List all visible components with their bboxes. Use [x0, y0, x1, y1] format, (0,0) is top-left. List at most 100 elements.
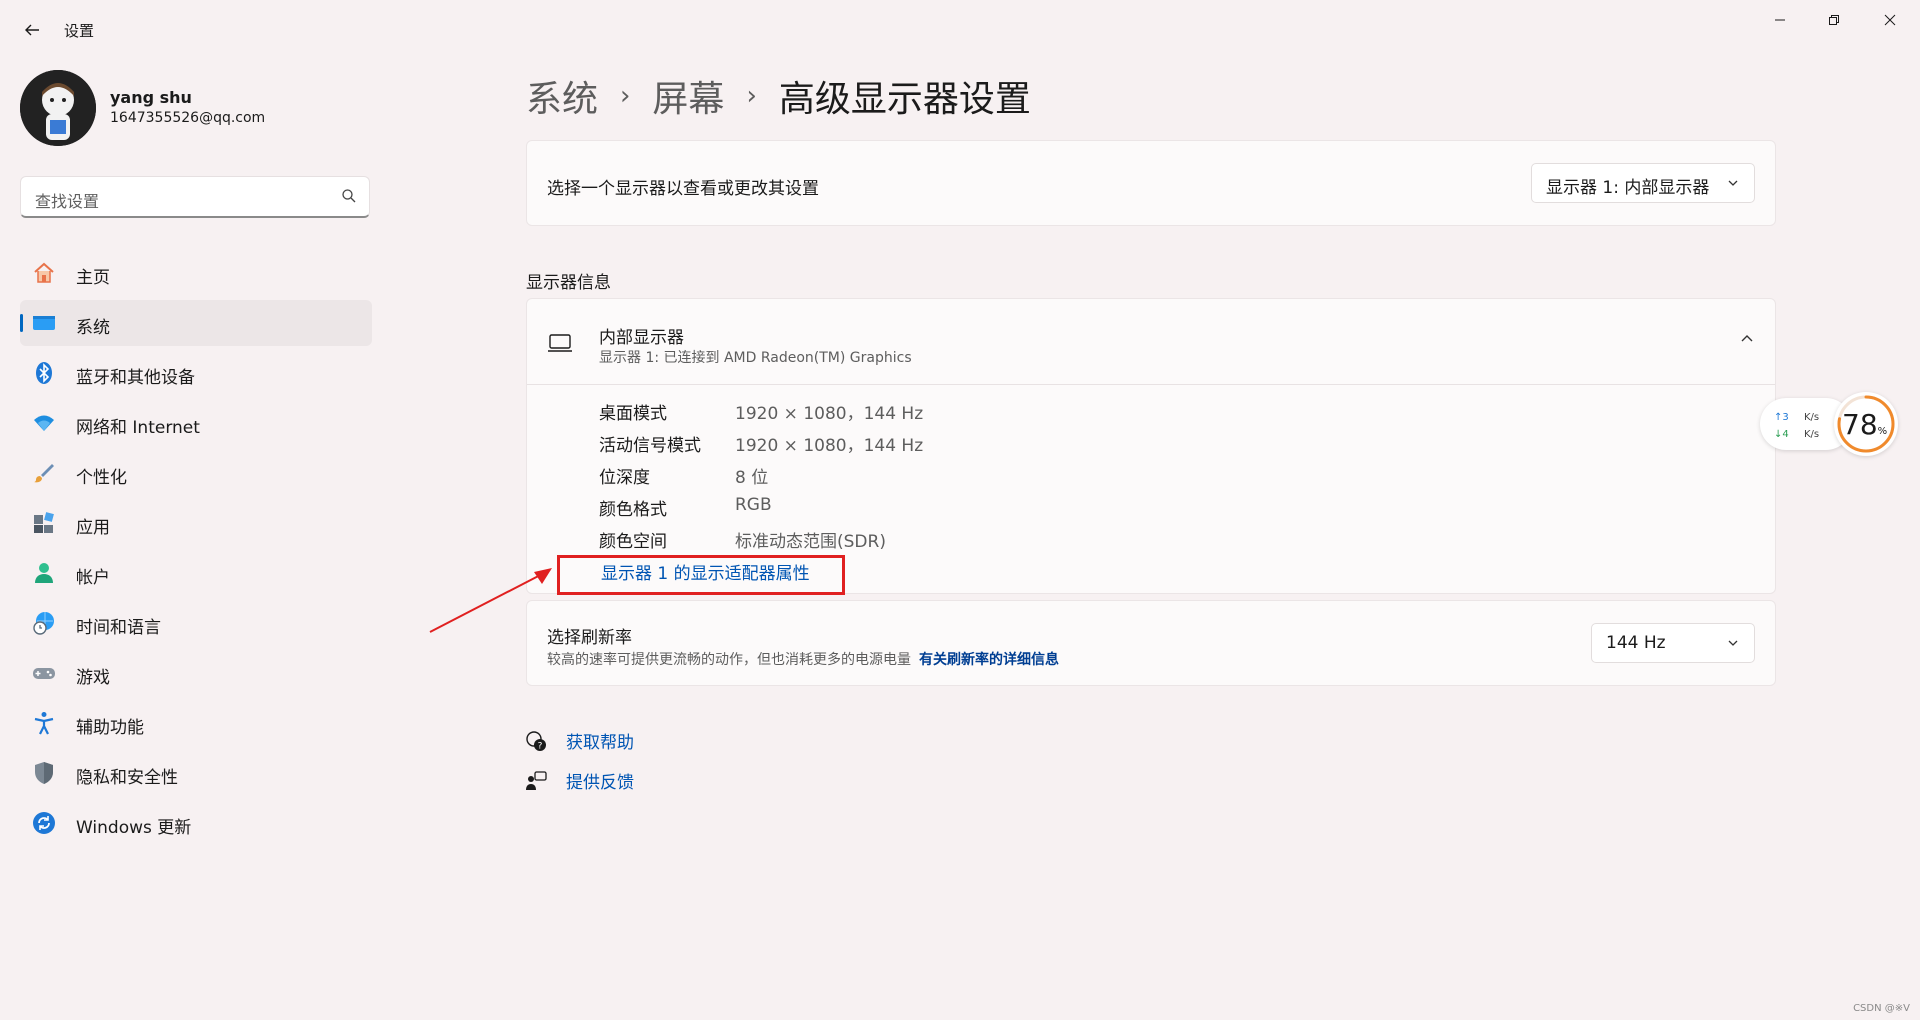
breadcrumb: 系统 › 屏幕 › 高级显示器设置: [526, 70, 1031, 122]
display-dropdown-value: 显示器 1: 内部显示器: [1546, 178, 1710, 198]
refresh-rate-dropdown[interactable]: 144 Hz: [1591, 623, 1755, 663]
close-button[interactable]: [1862, 0, 1918, 40]
display-info-card: 内部显示器 显示器 1: 已连接到 AMD Radeon(TM) Graphic…: [526, 298, 1776, 594]
highlight-annotation-box: [557, 555, 845, 595]
laptop-icon: [548, 334, 572, 352]
sidebar-item-label: 游戏: [76, 668, 110, 688]
sidebar-item-label: 蓝牙和其他设备: [76, 368, 195, 388]
info-value: RGB: [735, 495, 772, 515]
chevron-down-icon: [1728, 640, 1738, 646]
apps-icon: [32, 511, 56, 535]
sidebar-item-label: Windows 更新: [76, 818, 192, 838]
upload-unit: K/s: [1804, 412, 1820, 423]
usage-percent: 78%: [1842, 408, 1887, 441]
user-email: 1647355526@qq.com: [110, 110, 266, 126]
home-icon: [32, 261, 56, 285]
sidebar-item-label: 主页: [76, 268, 110, 288]
brush-icon: [32, 461, 56, 485]
info-value: 1920 × 1080，144 Hz: [735, 404, 924, 424]
refresh-rate-value: 144 Hz: [1606, 633, 1666, 653]
minimize-button[interactable]: [1752, 0, 1808, 40]
sidebar-item-label: 网络和 Internet: [76, 418, 200, 438]
network-speed-widget[interactable]: ↑3 K/s ↓4 K/s 78%: [1760, 392, 1898, 456]
sidebar-item-label: 应用: [76, 518, 110, 538]
sidebar-item-label: 辅助功能: [76, 718, 144, 738]
chevron-up-icon[interactable]: [1739, 331, 1755, 347]
section-title: 显示器信息: [526, 273, 611, 293]
chevron-down-icon: [1728, 180, 1738, 186]
select-display-card: 选择一个显示器以查看或更改其设置 显示器 1: 内部显示器: [526, 140, 1776, 226]
info-key: 位深度: [599, 468, 650, 488]
close-icon: [1884, 14, 1896, 26]
sidebar-item-label: 系统: [76, 318, 110, 338]
usage-percent-sign: %: [1877, 426, 1888, 437]
feedback-link[interactable]: 提供反馈: [524, 768, 634, 793]
sidebar-item-system[interactable]: 系统: [20, 300, 372, 346]
breadcrumb-system[interactable]: 系统: [526, 70, 598, 122]
update-icon: [32, 811, 56, 835]
app-title: 设置: [64, 22, 95, 40]
refresh-rate-description: 较高的速率可提供更流畅的动作，但也消耗更多的电源电量 有关刷新率的详细信息: [547, 649, 1059, 669]
refresh-rate-card: 选择刷新率 较高的速率可提供更流畅的动作，但也消耗更多的电源电量 有关刷新率的详细…: [526, 600, 1776, 686]
sidebar-item-privacy[interactable]: 隐私和安全性: [20, 750, 372, 796]
info-value: 标准动态范围(SDR): [735, 532, 886, 552]
download-unit: K/s: [1804, 429, 1820, 440]
watermark: CSDN @※V: [1853, 1003, 1910, 1014]
sidebar-item-personalization[interactable]: 个性化: [20, 450, 372, 496]
select-display-label: 选择一个显示器以查看或更改其设置: [547, 179, 819, 199]
download-speed: ↓4: [1774, 429, 1789, 440]
back-arrow-icon: [25, 24, 39, 36]
sidebar-item-bluetooth[interactable]: 蓝牙和其他设备: [20, 350, 372, 396]
sidebar-nav: 主页 系统 蓝牙和其他设备 网络和 Internet 个性化 应用 帐户 时间和…: [20, 250, 372, 850]
sidebar-item-network[interactable]: 网络和 Internet: [20, 400, 372, 446]
refresh-rate-title: 选择刷新率: [547, 628, 632, 648]
sidebar-item-label: 时间和语言: [76, 618, 161, 638]
sidebar-item-apps[interactable]: 应用: [20, 500, 372, 546]
info-key: 桌面模式: [599, 404, 667, 424]
breadcrumb-separator: ›: [746, 81, 757, 111]
sidebar-item-label: 帐户: [76, 568, 110, 588]
search-icon: [342, 189, 356, 203]
info-key: 颜色空间: [599, 532, 667, 552]
sidebar-item-label: 个性化: [76, 468, 127, 488]
usage-percent-value: 78: [1842, 408, 1878, 441]
shield-icon: [32, 761, 56, 785]
title-bar: 设置: [0, 0, 1920, 58]
feedback-icon: [524, 769, 548, 793]
globe-clock-icon: [32, 611, 56, 635]
gamepad-icon: [32, 661, 56, 685]
breadcrumb-display[interactable]: 屏幕: [652, 70, 724, 122]
restore-icon: [1829, 15, 1839, 25]
search-input[interactable]: 查找设置: [20, 176, 370, 218]
sidebar-item-windows-update[interactable]: Windows 更新: [20, 800, 372, 846]
sidebar-item-time-language[interactable]: 时间和语言: [20, 600, 372, 646]
refresh-rate-details-link[interactable]: 有关刷新率的详细信息: [919, 652, 1059, 668]
account-icon: [32, 561, 56, 585]
info-key: 颜色格式: [599, 500, 667, 520]
accessibility-icon: [32, 711, 56, 735]
back-button[interactable]: [16, 14, 48, 46]
info-key: 活动信号模式: [599, 436, 701, 456]
display-name: 内部显示器: [599, 328, 684, 348]
wifi-icon: [32, 411, 56, 435]
page-title: 高级显示器设置: [778, 79, 1031, 120]
display-info-header[interactable]: 内部显示器 显示器 1: 已连接到 AMD Radeon(TM) Graphic…: [527, 299, 1775, 385]
user-name: yang shu: [110, 88, 192, 107]
usage-gauge: 78%: [1834, 392, 1898, 456]
info-value: 8 位: [735, 468, 769, 488]
sidebar-item-gaming[interactable]: 游戏: [20, 650, 372, 696]
sidebar-item-accessibility[interactable]: 辅助功能: [20, 700, 372, 746]
get-help-label: 获取帮助: [566, 733, 634, 753]
bluetooth-icon: [32, 361, 56, 385]
get-help-link[interactable]: ? 获取帮助: [524, 728, 634, 753]
breadcrumb-separator: ›: [620, 81, 631, 111]
feedback-label: 提供反馈: [566, 773, 634, 793]
sidebar-item-accounts[interactable]: 帐户: [20, 550, 372, 596]
restore-button[interactable]: [1806, 0, 1862, 40]
user-profile[interactable]: yang shu 1647355526@qq.com: [20, 68, 360, 148]
system-icon: [32, 311, 56, 335]
sidebar-item-home[interactable]: 主页: [20, 250, 372, 296]
minimize-icon: [1775, 19, 1785, 21]
svg-text:?: ?: [538, 741, 543, 751]
display-dropdown[interactable]: 显示器 1: 内部显示器: [1531, 163, 1755, 203]
